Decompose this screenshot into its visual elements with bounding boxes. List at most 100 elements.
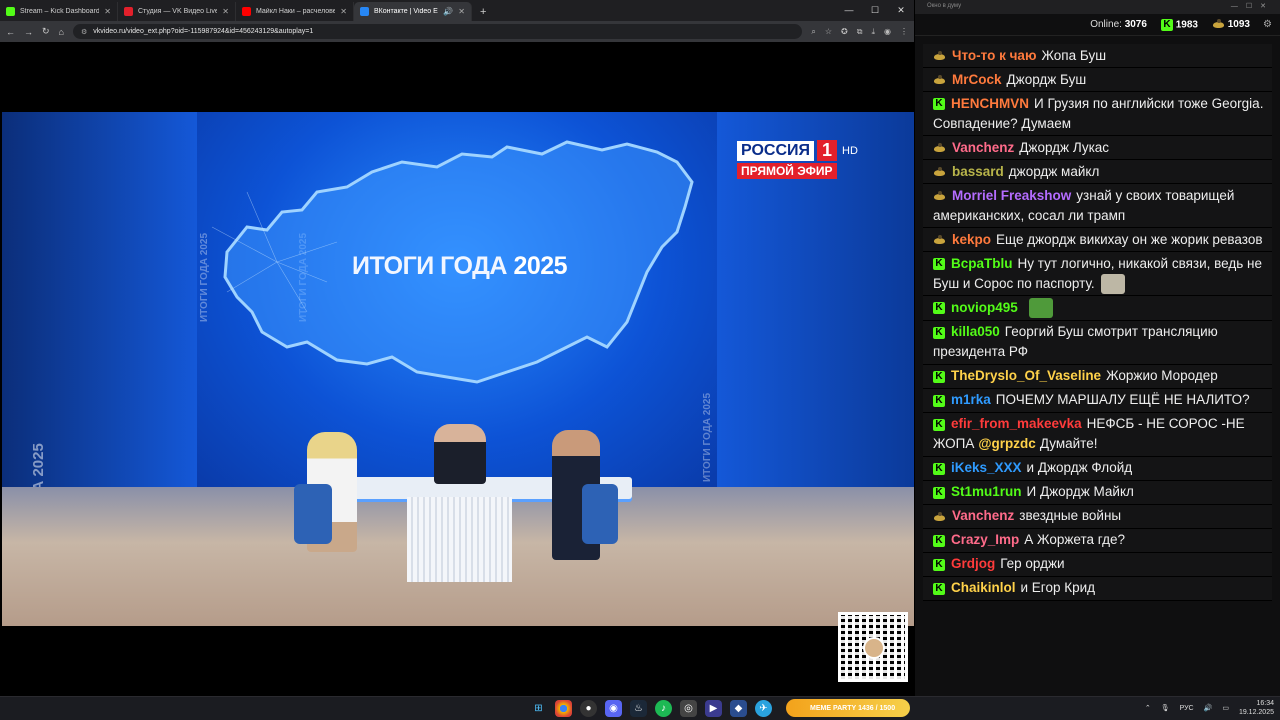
chat-username[interactable]: Crazy_Imp xyxy=(951,532,1019,547)
chat-username[interactable]: Vanchenz xyxy=(952,140,1014,155)
close-tab-icon[interactable]: ✕ xyxy=(340,7,347,16)
address-bar[interactable]: ⚙ vkvideo.ru/video_ext.php?oid=-115987924… xyxy=(72,24,803,39)
chat-username[interactable]: kekpo xyxy=(952,232,991,247)
clock[interactable]: 16:34 19.12.2025 xyxy=(1239,699,1274,717)
chat-username[interactable]: HENCHMVN xyxy=(951,96,1029,111)
speaker-icon[interactable]: 🔊 xyxy=(443,7,453,16)
platform-badge-icon xyxy=(933,166,946,177)
chat-username[interactable]: noviop495 xyxy=(951,300,1018,315)
chat-message: kekpo Еще джордж викихау он же жорик рева… xyxy=(923,228,1272,252)
menu-dots-icon[interactable]: ⋮ xyxy=(900,27,908,36)
steam-icon[interactable]: ♨ xyxy=(630,700,647,717)
qr-code xyxy=(838,612,908,682)
discord-icon[interactable]: ◉ xyxy=(605,700,622,717)
chat-text: Джордж Лукас xyxy=(1019,139,1110,155)
platform-badge-icon xyxy=(933,511,946,522)
volume-icon[interactable]: 🔊 xyxy=(1204,704,1213,712)
tray-chevron-icon[interactable]: ⌃ xyxy=(1145,704,1151,712)
chat-titlebar: Окно в думу —☐✕ xyxy=(915,0,1280,14)
site-info-icon[interactable]: ⚙ xyxy=(81,28,87,36)
platform-badge-icon xyxy=(933,142,946,153)
microphone-icon[interactable]: 🎙 xyxy=(1161,704,1170,712)
chat-username[interactable]: bassard xyxy=(952,164,1004,179)
chrome-icon[interactable] xyxy=(555,700,572,717)
chat-username[interactable]: Morriel Freakshow xyxy=(952,188,1071,203)
download-icon[interactable]: ⤓ xyxy=(871,27,875,37)
close-tab-icon[interactable]: ✕ xyxy=(104,7,111,16)
maximize-icon[interactable]: ☐ xyxy=(862,0,888,21)
chat-text: И Джордж Майкл xyxy=(1026,484,1134,500)
chat-mention[interactable]: @grpzdc xyxy=(978,436,1035,451)
bookmark-star-icon[interactable]: ☆ xyxy=(825,27,832,36)
chat-username[interactable]: killa050 xyxy=(951,324,1000,339)
minimize-icon[interactable]: — xyxy=(836,0,862,21)
streaming-app-icon[interactable]: ◆ xyxy=(730,700,747,717)
channel-name: РОССИЯ xyxy=(737,140,815,161)
back-icon[interactable]: ← xyxy=(6,27,15,37)
kick-badge-icon: K xyxy=(933,462,945,475)
chat-username[interactable]: m1rka xyxy=(951,392,991,407)
chat-text: звездные войны xyxy=(1019,508,1122,524)
kick-stat: K 1983 xyxy=(1160,18,1198,31)
spotify-icon[interactable]: ♪ xyxy=(655,700,672,717)
taskbar-apps: ⊞ ● ◉ ♨ ♪ ◎ ▶ ◆ ✈ xyxy=(530,700,772,717)
online-stat: Online: 3076 xyxy=(1090,19,1147,30)
close-tab-icon[interactable]: ✕ xyxy=(458,7,465,16)
new-tab-button[interactable]: + xyxy=(480,6,486,18)
video-app-icon[interactable]: ▶ xyxy=(705,700,722,717)
network-icon[interactable]: ▭ xyxy=(1222,704,1229,712)
app-icon[interactable]: ◎ xyxy=(680,700,697,717)
close-icon[interactable]: ✕ xyxy=(888,0,914,21)
clock-time: 16:34 xyxy=(1256,700,1274,707)
chat-username[interactable]: Chaikinlol xyxy=(951,580,1016,595)
tab-vk-studio[interactable]: Студия — VK Видео Live ✕ xyxy=(118,2,236,21)
chat-message: KiKeks_XXX и Джордж Флойд xyxy=(923,456,1272,481)
chat-username[interactable]: Grdjog xyxy=(951,556,995,571)
meme-party-counter: 1436 / 1500 xyxy=(858,704,896,712)
extension-icon[interactable]: ✪ xyxy=(841,27,848,36)
chat-username[interactable]: iKeks_XXX xyxy=(951,460,1022,475)
obs-icon[interactable]: ● xyxy=(580,700,597,717)
chat-username[interactable]: St1mu1run xyxy=(951,484,1022,499)
chat-username[interactable]: TheDryslo_Of_Vaseline xyxy=(951,368,1101,383)
kick-badge-icon: K xyxy=(933,302,945,315)
windows-start-icon[interactable]: ⊞ xyxy=(530,700,547,717)
home-icon[interactable]: ⌂ xyxy=(59,27,64,37)
kick-icon: K xyxy=(1160,18,1173,31)
chat-text: Жопа Буш xyxy=(1041,47,1107,63)
meme-party-widget[interactable]: MEME PARTY 1436 / 1500 xyxy=(786,699,910,717)
zoom-search-icon[interactable]: ⌕ xyxy=(811,27,815,37)
show-title-text: ИТОГИ ГОДА xyxy=(352,252,507,280)
forward-icon[interactable]: → xyxy=(24,27,33,37)
profile-icon[interactable]: ◉ xyxy=(884,27,891,36)
show-year: 2025 xyxy=(513,252,568,280)
chat-username[interactable]: Что-то к чаю xyxy=(952,48,1036,63)
settings-icon[interactable]: ⚙ xyxy=(1263,19,1272,30)
tab-kick-dashboard[interactable]: Stream – Kick Dashboard ✕ xyxy=(0,2,118,21)
sticker-emote-icon xyxy=(1100,273,1125,294)
live-label: ПРЯМОЙ ЭФИР xyxy=(737,163,837,179)
chat-message: K Crazy_Imp А Жоржета где? xyxy=(923,528,1272,553)
chat-message: Vanchenz Джордж Лукас xyxy=(923,136,1272,160)
tab-vk-video-ext[interactable]: ВКонтакте | Video Ext 🔊 ✕ xyxy=(354,2,472,21)
chat-username[interactable]: Vanchenz xyxy=(952,508,1014,523)
table-base xyxy=(407,497,512,582)
other-count: 1093 xyxy=(1227,19,1250,30)
chat-username[interactable]: efir_from_makeevka xyxy=(951,416,1082,431)
youtube-favicon-icon xyxy=(242,7,251,16)
reload-icon[interactable]: ↻ xyxy=(42,26,50,37)
chat-message: bassard джордж майкл xyxy=(923,160,1272,184)
host-center xyxy=(434,424,486,484)
extensions-puzzle-icon[interactable]: ⧉ xyxy=(857,27,863,37)
chat-window-controls[interactable]: —☐✕ xyxy=(1231,2,1274,10)
platform-badge-icon xyxy=(933,50,946,61)
telegram-icon[interactable]: ✈ xyxy=(755,700,772,717)
other-stat: 1093 xyxy=(1212,19,1250,30)
chat-message: Morriel Freakshow узнай у своих товарищей… xyxy=(923,184,1272,228)
close-tab-icon[interactable]: ✕ xyxy=(222,7,229,16)
chat-username[interactable]: BcpaTblu xyxy=(951,256,1013,271)
browser-window: Stream – Kick Dashboard ✕ Студия — VK Вид… xyxy=(0,0,914,696)
tab-youtube[interactable]: Майкл Наки – расчеловечива ✕ xyxy=(236,2,354,21)
language-indicator[interactable]: РУС xyxy=(1180,705,1194,712)
chat-username[interactable]: MrCock xyxy=(952,72,1002,87)
